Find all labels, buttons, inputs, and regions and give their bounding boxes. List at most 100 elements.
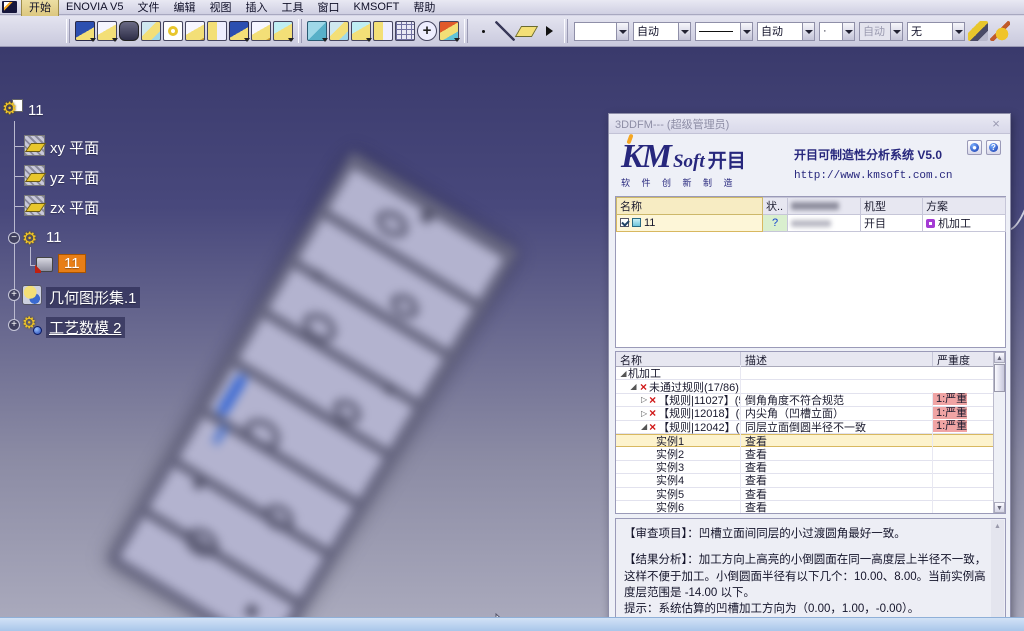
- model-table-row[interactable]: 11 ? 开目 机加工: [617, 215, 1006, 232]
- toolbar: 自动 自动 · 自动 无: [0, 16, 1024, 47]
- toolbar-separator: [298, 19, 302, 43]
- pad-icon[interactable]: [141, 21, 161, 41]
- hole-icon[interactable]: [163, 21, 183, 41]
- centered-view-icon[interactable]: [417, 21, 437, 41]
- tree-node-geoset[interactable]: 几何图形集.1: [46, 287, 140, 308]
- dialog-title: 3DDFM--- (超级管理员): [615, 116, 729, 132]
- shading-icon[interactable]: [307, 21, 327, 41]
- menu-tools[interactable]: 工具: [274, 0, 310, 16]
- severity-badge: 1:严重: [933, 393, 967, 405]
- shading-material-icon[interactable]: [351, 21, 371, 41]
- chevron-down-icon: [890, 23, 902, 40]
- binoculars-icon[interactable]: [119, 21, 139, 41]
- model-table-header: 名称 状.. 机型 方案: [617, 198, 1006, 215]
- expand-icon[interactable]: +: [8, 289, 20, 301]
- workbench-icon[interactable]: [97, 21, 117, 41]
- chevron-down-icon: [842, 23, 854, 40]
- color-combo[interactable]: [574, 22, 629, 41]
- rules-table: 名称 描述 严重度 ◢机加工 ◢×未通过规则(17/86) ▷×【规则|1102…: [615, 351, 1006, 514]
- lineweight-combo[interactable]: 自动: [633, 22, 691, 41]
- menu-bar: 开始 ENOVIA V5 文件 编辑 视图 插入 工具 窗口 KMSOFT 帮助: [0, 0, 1024, 15]
- layer-combo[interactable]: 无: [907, 22, 965, 41]
- error-icon: ×: [649, 422, 656, 432]
- tree-node-yz-plane[interactable]: yz 平面: [50, 167, 99, 188]
- scheme-icon: [926, 219, 935, 228]
- tree-root-node[interactable]: 11: [28, 102, 44, 119]
- severity-badge: 1:严重: [933, 407, 967, 419]
- 3d-viewport[interactable]: ⚙ 11 xy 平面 yz 平面 zx 平面 − ⚙ 11 11 + 几何图形集…: [0, 47, 1024, 617]
- plane-tool-icon[interactable]: [229, 21, 249, 41]
- thickness-icon[interactable]: [273, 21, 293, 41]
- logo-slogan: 软 件 创 新 制 造: [621, 176, 781, 189]
- tree-node-zx-plane[interactable]: zx 平面: [50, 197, 99, 218]
- gear-icon: ⚙: [2, 100, 17, 117]
- view-link[interactable]: 查看: [741, 499, 933, 514]
- line-icon[interactable]: [495, 21, 515, 41]
- menu-enovia[interactable]: ENOVIA V5: [59, 0, 130, 14]
- menu-kmsoft[interactable]: KMSOFT: [346, 0, 406, 14]
- status-badge: ?: [763, 215, 788, 232]
- plane-icon[interactable]: [24, 195, 45, 216]
- checkbox-checked-icon[interactable]: [620, 218, 629, 227]
- scroll-down-icon: ▼: [994, 502, 1005, 513]
- tree-node-process-model[interactable]: 工艺数模 2: [46, 317, 125, 338]
- machine-type: 开目: [861, 215, 923, 232]
- result-analysis-text: 【结果分析】：加工方向上高亮的小倒圆面在同一高度层上半径不一致，这样不便于加工。…: [624, 552, 987, 601]
- catia-window: 开始 ENOVIA V5 文件 编辑 视图 插入 工具 窗口 KMSOFT 帮助: [0, 0, 1024, 631]
- menu-insert[interactable]: 插入: [238, 0, 274, 16]
- geometrical-set-icon: [22, 285, 42, 305]
- point-icon[interactable]: [473, 21, 493, 41]
- pointstyle-combo[interactable]: ·: [819, 22, 855, 41]
- tree-node-xy-plane[interactable]: xy 平面: [50, 137, 99, 158]
- collapse-icon[interactable]: −: [8, 232, 20, 244]
- app-logo-icon[interactable]: [2, 1, 17, 13]
- wizard-icon[interactable]: [990, 21, 1010, 41]
- col-redacted: [788, 198, 861, 215]
- website-url: http://www.kmsoft.com.cn: [794, 170, 1004, 182]
- linetype-combo[interactable]: [695, 22, 753, 41]
- part-cube-icon: [632, 218, 641, 227]
- toolbar-separator: [66, 19, 70, 43]
- wireframe-icon[interactable]: [395, 21, 415, 41]
- error-icon: ×: [649, 395, 656, 405]
- expand-icon[interactable]: +: [8, 319, 20, 331]
- thickness-combo[interactable]: 自动: [757, 22, 815, 41]
- hidden-line-icon[interactable]: [373, 21, 393, 41]
- error-icon: ×: [640, 382, 647, 392]
- review-item-text: 【审查项目】：凹槽立面间同层的小过渡圆角最好一致。: [624, 526, 987, 542]
- process-model-icon: ⚙: [22, 315, 42, 335]
- analysis-text-panel: 【审查项目】：凹槽立面间同层的小过渡圆角最好一致。 【结果分析】：加工方向上高亮…: [615, 518, 1006, 617]
- tree-node-part[interactable]: 11: [46, 229, 62, 246]
- plane-icon[interactable]: [24, 135, 45, 156]
- model-table-panel: 名称 状.. 机型 方案 11 ? 开目 机加工: [615, 196, 1006, 348]
- more-tools-arrow-icon[interactable]: [539, 21, 559, 41]
- painter-icon[interactable]: [968, 21, 988, 41]
- line-style-icon: [699, 31, 733, 32]
- custom-render-icon[interactable]: [439, 21, 459, 41]
- plane-icon[interactable]: [517, 21, 537, 41]
- chevron-down-icon: [802, 23, 814, 40]
- instance-row[interactable]: 实例6 查看: [616, 501, 1005, 514]
- shading-edges-icon[interactable]: [329, 21, 349, 41]
- rules-scrollbar[interactable]: ▲▼: [993, 352, 1005, 513]
- tree-node-body-selected[interactable]: 11: [58, 254, 86, 273]
- menu-window[interactable]: 窗口: [310, 0, 346, 16]
- menu-help[interactable]: 帮助: [406, 0, 442, 16]
- menu-edit[interactable]: 编辑: [166, 0, 202, 16]
- shell-icon[interactable]: [251, 21, 271, 41]
- analysis-scrollbar[interactable]: ▲ ▼: [991, 520, 1004, 617]
- chevron-down-icon: [678, 23, 690, 40]
- menu-file[interactable]: 文件: [130, 0, 166, 16]
- highlighted-feature: [216, 373, 248, 418]
- close-icon[interactable]: ×: [988, 116, 1004, 131]
- plane-icon[interactable]: [24, 165, 45, 186]
- pocket-icon[interactable]: [185, 21, 205, 41]
- menu-start[interactable]: 开始: [21, 0, 59, 17]
- scroll-up-icon: ▲: [994, 352, 1005, 363]
- dialog-title-bar[interactable]: 3DDFM--- (超级管理员) ×: [609, 114, 1010, 134]
- sketcher-icon[interactable]: [75, 21, 95, 41]
- gear-icon: ⚙: [22, 230, 37, 247]
- menu-view[interactable]: 视图: [202, 0, 238, 16]
- split-icon[interactable]: [207, 21, 227, 41]
- error-icon: ×: [649, 408, 656, 418]
